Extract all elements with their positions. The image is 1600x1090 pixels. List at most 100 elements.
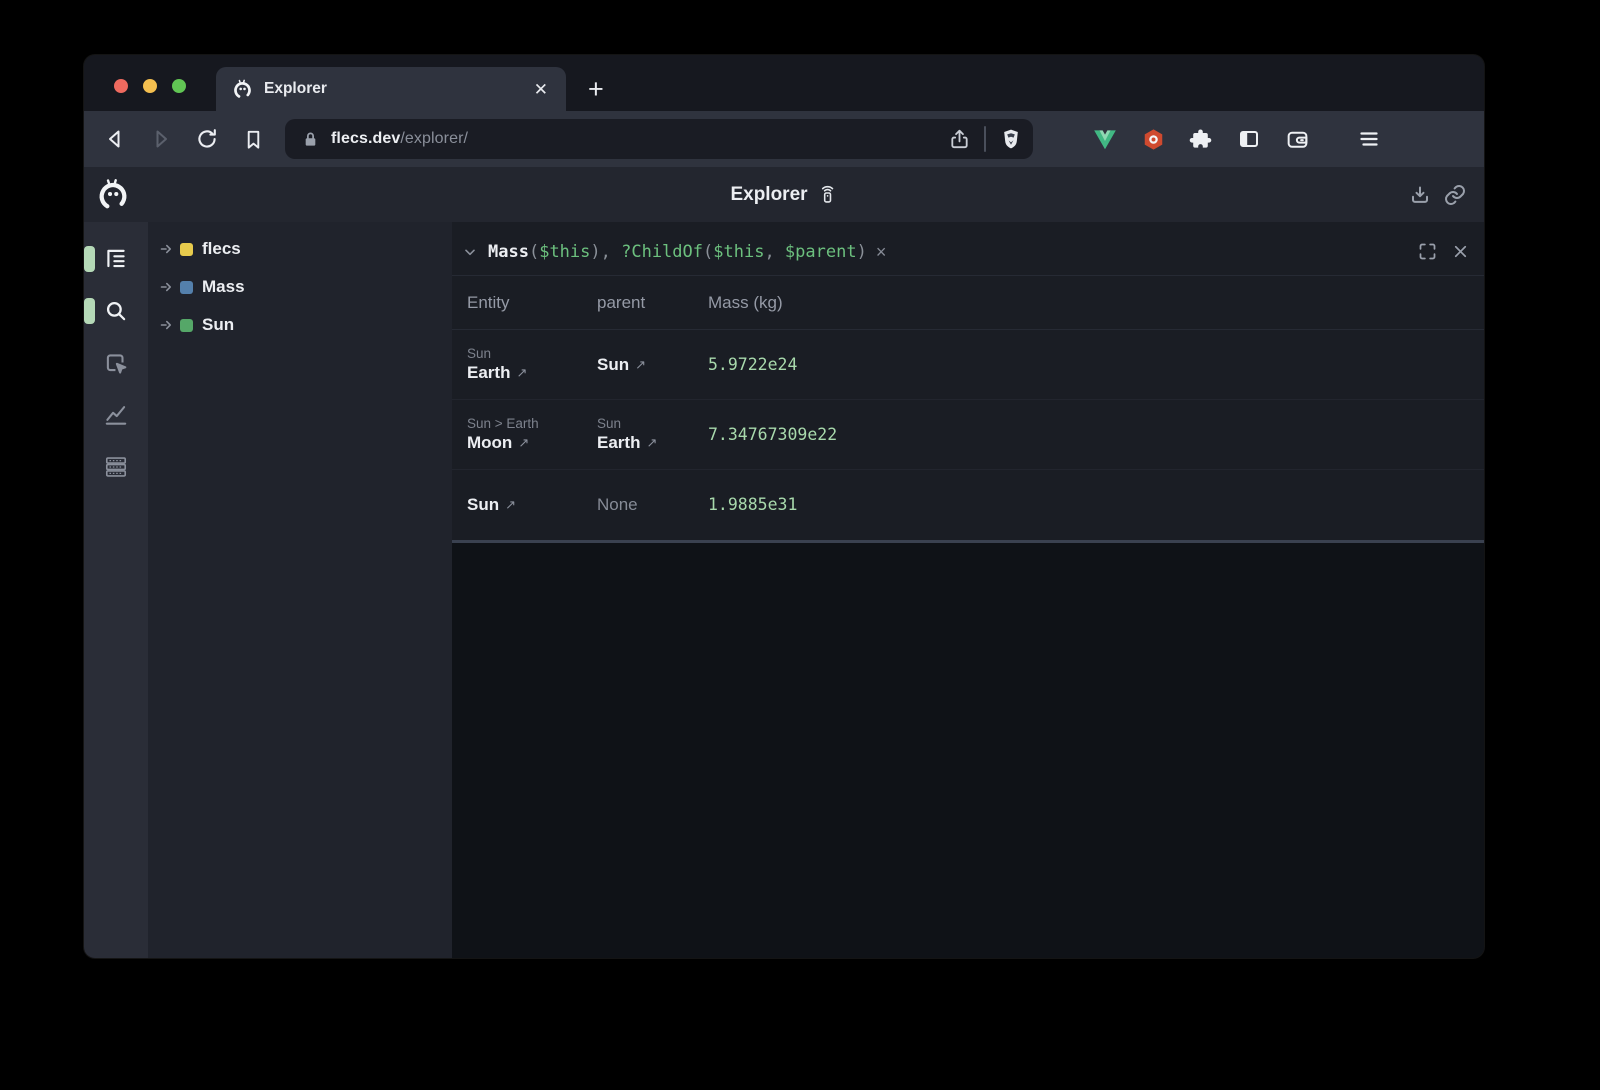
bookmark-icon[interactable] (239, 125, 267, 153)
entity-name: Sun (467, 495, 499, 515)
side-toolbar-stats[interactable] (84, 389, 148, 441)
tree-item[interactable]: Sun (148, 306, 452, 344)
browser-toolbar: flecs.dev/explorer/ (84, 111, 1484, 167)
tab-explorer[interactable]: Explorer ✕ (216, 67, 566, 111)
parent-cell: Sun Earth↗ (597, 406, 708, 463)
mass-value: 1.9885e31 (708, 495, 797, 514)
zoom-window-button[interactable] (172, 79, 186, 93)
flecs-logo-icon[interactable] (96, 178, 130, 212)
tab-close-icon[interactable]: ✕ (530, 79, 552, 100)
entity-link[interactable]: Earth ↗ (467, 363, 591, 383)
reload-icon[interactable] (193, 125, 221, 153)
entity-name: Earth (597, 433, 640, 453)
open-entity-icon[interactable]: ↗ (635, 357, 646, 373)
new-tab-button[interactable]: + (588, 76, 604, 103)
entity-name: Sun (597, 355, 629, 375)
query-token: ), (590, 242, 621, 262)
entity-link[interactable]: Moon ↗ (467, 433, 591, 453)
entity-link[interactable]: Earth ↗ (597, 433, 702, 453)
query-results-panel: Mass($this), ?ChildOf($this, $parent) × (452, 222, 1484, 958)
search-icon (103, 298, 129, 324)
copy-link-icon[interactable] (1442, 182, 1468, 208)
hexagon-extension-icon[interactable] (1139, 125, 1167, 153)
header-actions (1407, 182, 1468, 208)
entity-path: Sun > Earth (467, 416, 591, 431)
query-token: $this (713, 242, 764, 262)
open-entity-icon[interactable]: ↗ (505, 497, 516, 513)
close-window-button[interactable] (114, 79, 128, 93)
extension-icons (1091, 125, 1383, 153)
entity-color-swatch (180, 281, 193, 294)
wallet-icon[interactable] (1283, 125, 1311, 153)
open-entity-icon[interactable]: ↗ (646, 435, 657, 451)
data-rows-icon (103, 454, 129, 480)
close-panel-icon[interactable] (1451, 242, 1470, 261)
entity-color-swatch (180, 243, 193, 256)
entity-cell: Sun Earth↗ (467, 336, 597, 393)
side-toolbar-query-search[interactable] (84, 285, 148, 337)
side-toolbar-data[interactable] (84, 441, 148, 493)
query-header: Mass($this), ?ChildOf($this, $parent) × (452, 228, 1484, 276)
entity-link[interactable]: Sun ↗ (467, 495, 591, 515)
query-results-card: Mass($this), ?ChildOf($this, $parent) × (452, 222, 1484, 540)
query-expression[interactable]: Mass($this), ?ChildOf($this, $parent) (488, 242, 867, 262)
mass-cell: 5.9722e24 (708, 355, 1464, 375)
download-icon[interactable] (1407, 182, 1433, 208)
address-bar[interactable]: flecs.dev/explorer/ (285, 119, 1033, 159)
mass-value: 7.34767309e22 (708, 425, 837, 444)
entity-name: Moon (467, 433, 512, 453)
entity-name: Earth (467, 363, 510, 383)
collapse-chevron-icon[interactable] (458, 244, 482, 260)
tree-item-label: Sun (202, 315, 234, 335)
side-toolbar-inspect[interactable] (84, 337, 148, 389)
results-rows: Sun Earth ↗ Sun ↗ 5.9722e24 Sun > Earth (452, 330, 1484, 540)
open-entity-icon[interactable]: ↗ (516, 365, 527, 381)
entity-cell: Sun > Earth Moon ↗ (467, 406, 597, 463)
entity-color-swatch (180, 319, 193, 332)
expand-chevron-icon[interactable] (160, 243, 172, 255)
entity-link[interactable]: Sun ↗ (597, 355, 702, 375)
table-row[interactable]: Sun↗ None 1.9885e31 (452, 470, 1484, 540)
back-icon[interactable] (101, 125, 129, 153)
column-header-entity: Entity (467, 293, 597, 313)
mass-cell: 1.9885e31 (708, 495, 1464, 515)
table-row[interactable]: Sun Earth ↗ Sun ↗ 5.9722e24 (452, 330, 1484, 400)
minimize-window-button[interactable] (143, 79, 157, 93)
browser-menu-icon[interactable] (1355, 125, 1383, 153)
expand-chevron-icon[interactable] (160, 281, 172, 293)
app-title: Explorer (730, 184, 807, 206)
browser-tab-strip: Explorer ✕ + (84, 55, 1484, 111)
remote-connection-icon (817, 184, 838, 205)
results-header-row: Entity parent Mass (kg) (452, 276, 1484, 330)
table-row[interactable]: Sun > Earth Moon↗ Sun Earth↗ 7.34767309e… (452, 400, 1484, 470)
expand-chevron-icon[interactable] (160, 319, 172, 331)
entity-tree: flecs Mass (148, 222, 452, 958)
window-controls (114, 79, 186, 93)
fullscreen-icon[interactable] (1417, 241, 1438, 262)
extensions-puzzle-icon[interactable] (1187, 125, 1215, 153)
query-token: ?ChildOf (621, 242, 703, 262)
mass-value: 5.9722e24 (708, 355, 797, 374)
query-token: ( (703, 242, 713, 262)
vue-devtools-icon[interactable] (1091, 125, 1119, 153)
forward-icon[interactable] (147, 125, 175, 153)
entity-tree-icon (103, 246, 129, 272)
tree-item[interactable]: flecs (148, 230, 452, 268)
side-toolbar-entity-tree[interactable] (84, 233, 148, 285)
tree-item[interactable]: Mass (148, 268, 452, 306)
open-entity-icon[interactable]: ↗ (518, 435, 529, 451)
urlbar-divider (984, 126, 986, 152)
share-icon[interactable] (948, 128, 971, 151)
clear-query-icon[interactable]: × (876, 243, 887, 261)
query-token: $parent (785, 242, 857, 262)
url-text: flecs.dev/explorer/ (331, 130, 948, 148)
column-header-parent: parent (597, 293, 708, 313)
inspect-cursor-icon (103, 350, 129, 376)
brave-shields-icon[interactable] (999, 127, 1023, 151)
active-panel-indicator (84, 246, 95, 272)
query-header-actions (1417, 241, 1470, 262)
query-token: ) (857, 242, 867, 262)
sidebar-toggle-icon[interactable] (1235, 125, 1263, 153)
stats-chart-icon (103, 402, 129, 428)
desktop: Explorer ✕ + (0, 0, 1600, 1090)
